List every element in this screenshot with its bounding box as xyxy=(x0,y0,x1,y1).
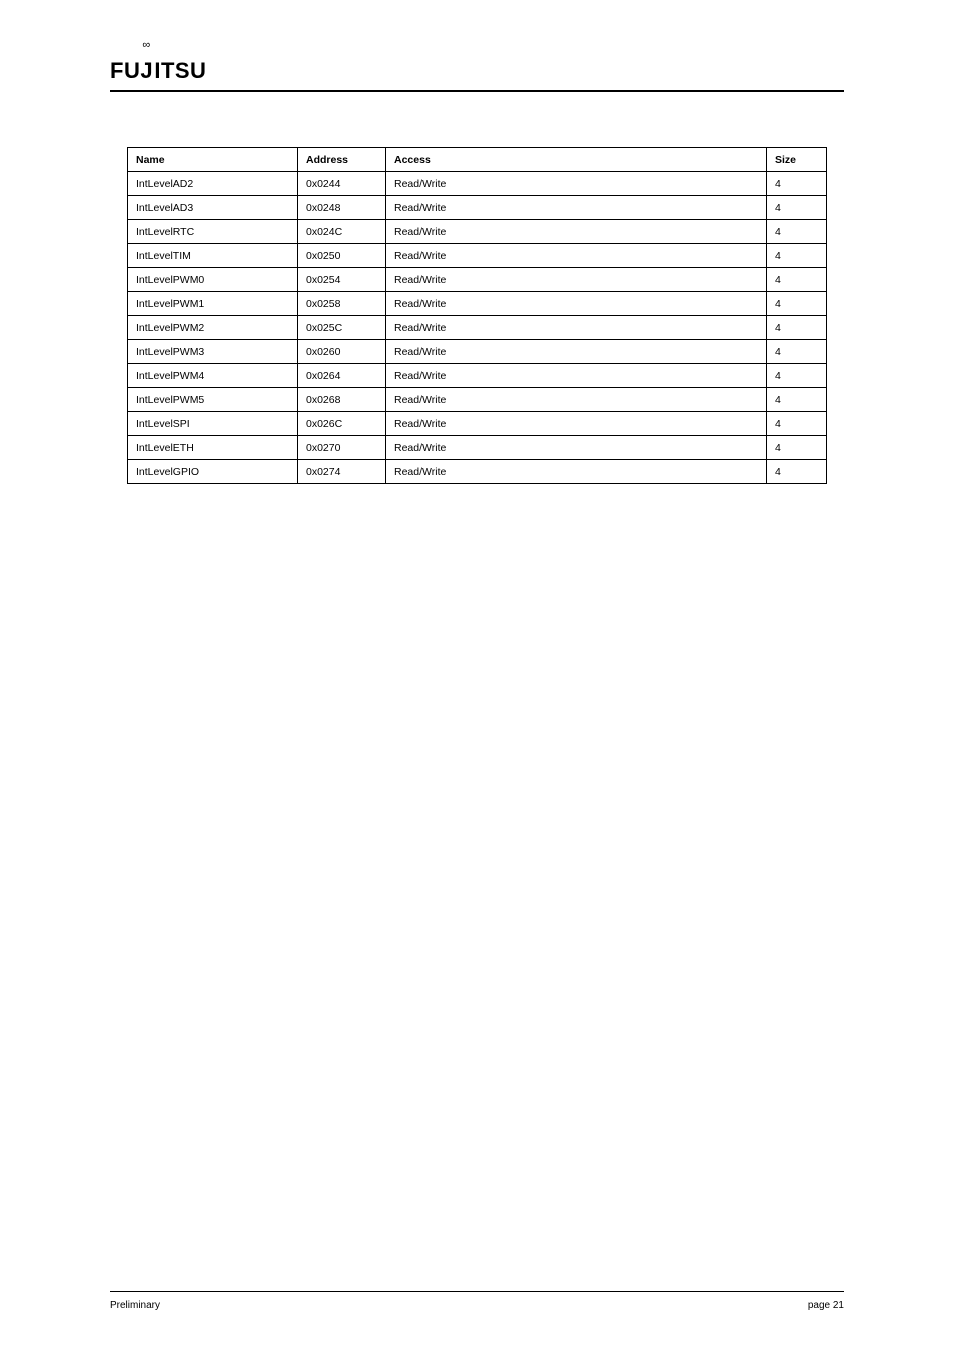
cell-address: 0x025C xyxy=(298,316,386,340)
cell-access: Read/Write xyxy=(386,196,767,220)
table-row: IntLevelPWM0 0x0254 Read/Write 4 xyxy=(128,268,827,292)
logo-text-right: ITSU xyxy=(154,60,206,82)
cell-name: IntLevelPWM2 xyxy=(128,316,298,340)
table-row: IntLevelPWM2 0x025C Read/Write 4 xyxy=(128,316,827,340)
table-row: IntLevelRTC 0x024C Read/Write 4 xyxy=(128,220,827,244)
table-row: IntLevelETH 0x0270 Read/Write 4 xyxy=(128,436,827,460)
logo-text-left: FU xyxy=(110,60,140,82)
cell-size: 4 xyxy=(767,436,827,460)
cell-name: IntLevelRTC xyxy=(128,220,298,244)
cell-name: IntLevelAD2 xyxy=(128,172,298,196)
cell-name: IntLevelAD3 xyxy=(128,196,298,220)
cell-address: 0x0248 xyxy=(298,196,386,220)
cell-address: 0x024C xyxy=(298,220,386,244)
cell-address: 0x026C xyxy=(298,412,386,436)
page-header: FU∞JITSU xyxy=(110,60,844,92)
cell-address: 0x0270 xyxy=(298,436,386,460)
cell-name: IntLevelETH xyxy=(128,436,298,460)
cell-name: IntLevelPWM3 xyxy=(128,340,298,364)
footer-page-number: page 21 xyxy=(808,1300,844,1311)
fujitsu-logo: FU∞JITSU xyxy=(110,60,206,88)
table-row: IntLevelPWM1 0x0258 Read/Write 4 xyxy=(128,292,827,316)
cell-access: Read/Write xyxy=(386,412,767,436)
cell-access: Read/Write xyxy=(386,388,767,412)
cell-address: 0x0264 xyxy=(298,364,386,388)
cell-access: Read/Write xyxy=(386,316,767,340)
table-body: IntLevelAD2 0x0244 Read/Write 4 IntLevel… xyxy=(128,172,827,484)
cell-access: Read/Write xyxy=(386,364,767,388)
column-header-size: Size xyxy=(767,148,827,172)
register-table: Name Address Access Size IntLevelAD2 0x0… xyxy=(127,147,827,484)
cell-size: 4 xyxy=(767,460,827,484)
cell-name: IntLevelPWM5 xyxy=(128,388,298,412)
cell-size: 4 xyxy=(767,388,827,412)
cell-address: 0x0260 xyxy=(298,340,386,364)
cell-size: 4 xyxy=(767,172,827,196)
cell-access: Read/Write xyxy=(386,244,767,268)
logo-text-j: J xyxy=(140,58,153,83)
cell-access: Read/Write xyxy=(386,340,767,364)
table-row: IntLevelAD2 0x0244 Read/Write 4 xyxy=(128,172,827,196)
logo-infinity-mark: ∞ xyxy=(142,40,150,51)
cell-size: 4 xyxy=(767,412,827,436)
cell-address: 0x0254 xyxy=(298,268,386,292)
cell-address: 0x0258 xyxy=(298,292,386,316)
column-header-name: Name xyxy=(128,148,298,172)
cell-size: 4 xyxy=(767,268,827,292)
cell-size: 4 xyxy=(767,292,827,316)
cell-address: 0x0268 xyxy=(298,388,386,412)
cell-name: IntLevelTIM xyxy=(128,244,298,268)
cell-address: 0x0274 xyxy=(298,460,386,484)
cell-name: IntLevelGPIO xyxy=(128,460,298,484)
cell-name: IntLevelPWM1 xyxy=(128,292,298,316)
cell-size: 4 xyxy=(767,196,827,220)
table-row: IntLevelAD3 0x0248 Read/Write 4 xyxy=(128,196,827,220)
table-header-row: Name Address Access Size xyxy=(128,148,827,172)
cell-address: 0x0250 xyxy=(298,244,386,268)
cell-access: Read/Write xyxy=(386,436,767,460)
cell-size: 4 xyxy=(767,220,827,244)
cell-size: 4 xyxy=(767,244,827,268)
column-header-address: Address xyxy=(298,148,386,172)
cell-access: Read/Write xyxy=(386,292,767,316)
table-row: IntLevelSPI 0x026C Read/Write 4 xyxy=(128,412,827,436)
cell-size: 4 xyxy=(767,340,827,364)
column-header-access: Access xyxy=(386,148,767,172)
footer-left-text: Preliminary xyxy=(110,1300,160,1311)
table-row: IntLevelGPIO 0x0274 Read/Write 4 xyxy=(128,460,827,484)
cell-access: Read/Write xyxy=(386,220,767,244)
cell-access: Read/Write xyxy=(386,268,767,292)
table-row: IntLevelPWM4 0x0264 Read/Write 4 xyxy=(128,364,827,388)
table-row: IntLevelPWM3 0x0260 Read/Write 4 xyxy=(128,340,827,364)
cell-access: Read/Write xyxy=(386,460,767,484)
table-row: IntLevelTIM 0x0250 Read/Write 4 xyxy=(128,244,827,268)
cell-access: Read/Write xyxy=(386,172,767,196)
cell-size: 4 xyxy=(767,364,827,388)
table-row: IntLevelPWM5 0x0268 Read/Write 4 xyxy=(128,388,827,412)
cell-address: 0x0244 xyxy=(298,172,386,196)
cell-name: IntLevelSPI xyxy=(128,412,298,436)
cell-size: 4 xyxy=(767,316,827,340)
page-content: Name Address Access Size IntLevelAD2 0x0… xyxy=(110,147,844,1291)
page-footer: Preliminary page 21 xyxy=(110,1291,844,1311)
cell-name: IntLevelPWM0 xyxy=(128,268,298,292)
cell-name: IntLevelPWM4 xyxy=(128,364,298,388)
